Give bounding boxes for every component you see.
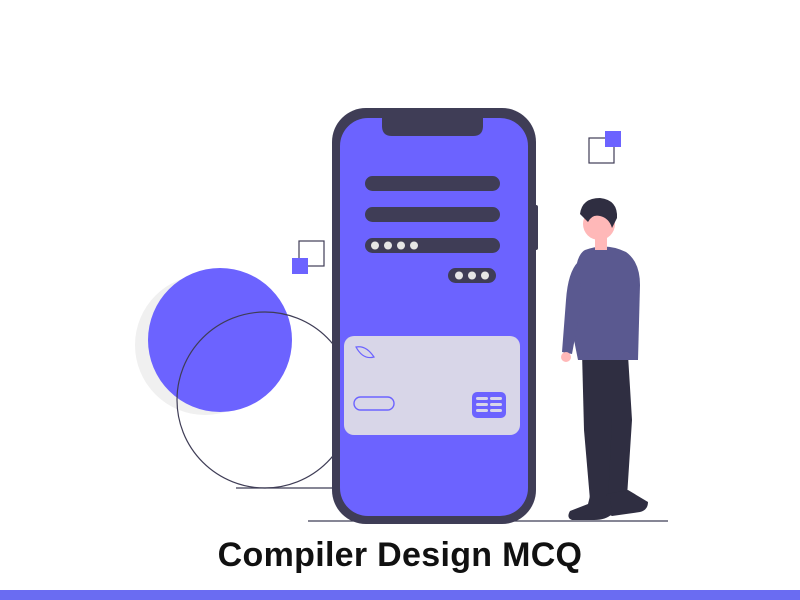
person-leg-front <box>582 352 612 500</box>
password-dot <box>410 241 418 250</box>
deco-square-left-fill <box>292 258 308 274</box>
chip-line <box>476 409 488 412</box>
submit-dot <box>468 271 476 280</box>
person-torso <box>572 246 640 360</box>
chip-line <box>476 397 488 400</box>
hero-illustration <box>135 108 668 524</box>
form-field-2[interactable] <box>365 207 500 222</box>
chip-line <box>476 403 488 406</box>
chip-line <box>490 403 502 406</box>
person-shoe-front <box>568 496 612 520</box>
page-title: Compiler Design MCQ <box>217 536 583 574</box>
phone-notch <box>382 112 483 136</box>
bottom-accent-bar <box>0 590 800 600</box>
person-figure <box>561 198 648 520</box>
accent-circle <box>148 268 292 412</box>
deco-square-right-fill <box>605 131 621 147</box>
chip-line <box>490 409 502 412</box>
password-dot <box>384 241 392 250</box>
chip-line <box>490 397 502 400</box>
submit-dot <box>481 271 489 280</box>
person-hand <box>561 352 571 362</box>
password-dot <box>371 241 379 250</box>
credit-card <box>344 336 520 435</box>
submit-dot <box>455 271 463 280</box>
phone-side-button <box>533 205 538 250</box>
form-field-1[interactable] <box>365 176 500 191</box>
password-dot <box>397 241 405 250</box>
